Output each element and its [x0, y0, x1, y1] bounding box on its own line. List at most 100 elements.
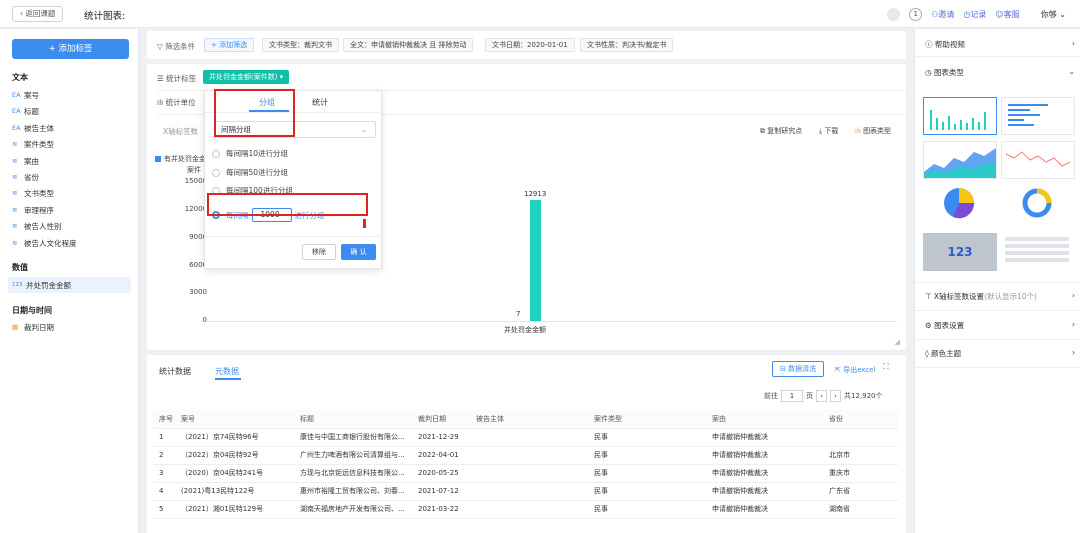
remove-button[interactable]: 移除 — [302, 244, 336, 260]
data-clean-button[interactable]: ⊟ 数据清洗 — [772, 361, 825, 377]
filter-chip-doc-type[interactable]: 文书类型：裁判文书 — [262, 38, 339, 52]
number-icon: 123 — [12, 282, 23, 288]
next-page-icon[interactable]: › — [830, 390, 841, 402]
table-cell: （2021）湘01民特129号 — [175, 500, 294, 519]
table-cell — [470, 428, 588, 447]
table-row[interactable]: 2 （2022）京04民特92号 广州生力啤酒有限公司清算组与... 2022-04-… — [153, 446, 898, 465]
chevron-right-icon: › — [1072, 320, 1075, 329]
col-header[interactable]: 标题 — [294, 410, 412, 429]
resize-handle-icon[interactable]: ◢ — [895, 338, 900, 346]
col-header[interactable]: 被告主体 — [470, 410, 588, 429]
col-header[interactable]: 案件类型 — [588, 410, 706, 429]
filter-chip-fulltext[interactable]: 全文：申请撤销仲裁裁决 且 排除劳动 — [343, 38, 474, 52]
data-label-fine: 12913 — [524, 190, 547, 199]
sidebar-item-cause[interactable]: ≋ 案由 — [12, 155, 39, 167]
col-header[interactable]: 案号 — [175, 410, 294, 429]
service-link[interactable]: ☺客服 — [995, 9, 1019, 20]
axis-icon: ⊤ — [925, 292, 934, 301]
group-title-date: 日期与时间 — [12, 306, 52, 315]
invite-link[interactable]: ⚇邀请 — [931, 9, 954, 20]
x-axis-line — [207, 321, 897, 322]
col-header[interactable]: 案由 — [706, 410, 823, 429]
sidebar-item-judgment-date[interactable]: ▦ 裁判日期 — [12, 321, 54, 333]
download-button[interactable]: ⤓ 下载 — [819, 126, 838, 136]
color-theme-row[interactable]: ◊ 颜色主题 › — [925, 348, 1075, 359]
calendar-icon: ▦ — [12, 323, 19, 331]
tab-stat[interactable]: 统计 — [312, 97, 328, 108]
chart-thumb-pie[interactable] — [923, 185, 997, 223]
option-interval-10[interactable]: 每间隔10进行分组 — [212, 148, 288, 159]
table-cell — [470, 464, 588, 483]
notification-badge[interactable]: 1 — [909, 7, 923, 21]
text-field-icon: EA — [12, 107, 21, 115]
sidebar-item-education[interactable]: ≋ 被告人文化程度 — [12, 237, 77, 249]
chart-thumb-area[interactable] — [923, 141, 997, 179]
sidebar-item-procedure[interactable]: ≋ 审理程序 — [12, 204, 54, 216]
option-interval-50[interactable]: 每间隔50进行分组 — [212, 167, 288, 178]
sidebar-item-case-type[interactable]: ≋ 案件类型 — [12, 138, 54, 150]
chart-type-button[interactable]: ılı 图表类型 — [855, 126, 891, 136]
header-actions: 1 ⚇邀请 ◷记录 ☺客服 你够 ⌄ — [887, 7, 1080, 21]
sidebar-item-case-number[interactable]: EA 案号 — [12, 89, 39, 101]
chart-thumb-hbar[interactable] — [1001, 97, 1075, 135]
table-cell: 惠州市裕隆工贸有限公司、刘春... — [294, 482, 412, 501]
stat-tag-dropdown[interactable]: 并处罚金金额(案件数) ▾ — [203, 70, 290, 84]
sidebar-item-province[interactable]: ≋ 省份 — [12, 171, 39, 183]
add-filter-button[interactable]: + 添加筛选 — [204, 38, 255, 52]
page-input[interactable]: 1 — [781, 390, 803, 402]
table-cell: 民事 — [588, 464, 706, 483]
chart-type-row[interactable]: ◷ 图表类型 ⌄ — [925, 67, 1075, 78]
fullscreen-icon[interactable]: ⛶ — [883, 362, 889, 372]
xaxis-setting-row[interactable]: ⊤ X轴标签数设置(默认显示10个) › — [925, 291, 1075, 302]
add-tag-button[interactable]: + 添加标签 — [12, 39, 129, 59]
help-video-row[interactable]: ⓘ 帮助视频 › — [925, 39, 1075, 50]
filter-chip-doc-nature[interactable]: 文书性质：判决书/裁定书 — [580, 38, 674, 52]
col-header[interactable]: 省份 — [823, 410, 898, 429]
bar-small-amount[interactable] — [520, 320, 530, 321]
sidebar-item-doc-type[interactable]: ≋ 文书类型 — [12, 187, 54, 199]
table-row[interactable]: 1 （2021）京74民特96号 康佳与中国工商银行股份有限公... 2021-12-… — [153, 428, 898, 447]
chart-setting-row[interactable]: ⚙ 图表设置 › — [925, 320, 1075, 331]
tab-raw-data[interactable]: 元数据 — [215, 366, 239, 377]
table-row[interactable]: 4 (2021)粤13民特122号 惠州市裕隆工贸有限公司、刘春... 2021-07… — [153, 482, 898, 501]
sidebar-item-gender[interactable]: ≋ 被告人性别 — [12, 220, 62, 232]
sidebar-item-title[interactable]: EA 标题 — [12, 105, 39, 117]
stat-tag-label: ☰ 统计标签 — [157, 74, 197, 83]
chevron-right-icon: › — [1072, 39, 1075, 48]
sidebar-item-defendant[interactable]: EA 被告主体 — [12, 122, 54, 134]
chart-thumb-number[interactable]: 123 — [923, 233, 997, 271]
divider — [915, 367, 1080, 368]
table-row[interactable]: 3 （2020）京04民特241号 方现与北京钜远信息科技有限公... 2020-05… — [153, 464, 898, 483]
table-cell: （2021）京74民特96号 — [175, 428, 294, 447]
bar-fine-amount[interactable] — [530, 200, 541, 321]
table-cell: 1 — [153, 428, 175, 447]
y-axis-title: 案件 — [187, 166, 201, 174]
sidebar-item-fine-amount[interactable]: 123 并处罚金金额 — [8, 277, 131, 293]
tab-stats-data[interactable]: 统计数据 — [159, 366, 191, 377]
table-row[interactable]: 5 （2021）湘01民特129号 湖南天福房地产开发有限公司、... 2021-03… — [153, 500, 898, 519]
divider — [915, 56, 1080, 57]
export-excel-button[interactable]: ⇱ 导出excel — [835, 365, 875, 375]
help-icon: ⓘ — [925, 40, 935, 49]
layers-icon: ≋ — [12, 140, 18, 148]
filter-chip-doc-date[interactable]: 文书日期：2020-01-01 — [485, 38, 575, 52]
prev-page-icon[interactable]: ‹ — [816, 390, 827, 402]
chart-thumb-donut[interactable] — [1001, 185, 1075, 223]
chart-thumb-line[interactable] — [1001, 141, 1075, 179]
settings-icon: ⚙ — [925, 321, 935, 330]
copy-research-button[interactable]: ⧉ 复制研究点 — [760, 126, 802, 136]
chevron-down-icon: ⌄ — [360, 125, 367, 134]
bar-chart-icon: ılı — [157, 98, 166, 107]
record-link[interactable]: ◷记录 — [963, 9, 986, 20]
chart-thumb-table[interactable] — [1001, 233, 1075, 271]
user-menu[interactable]: 你够 ⌄ — [1041, 9, 1066, 20]
col-header[interactable]: 裁判日期 — [412, 410, 470, 429]
horizontal-bar-icon — [1008, 104, 1048, 126]
table-cell: 2021-03-22 — [412, 500, 470, 519]
chart-thumb-bar[interactable] — [923, 97, 997, 135]
confirm-button[interactable]: 确 认 — [341, 244, 376, 260]
chevron-right-icon: › — [1072, 348, 1075, 357]
table-cell: （2022）京04民特92号 — [175, 446, 294, 465]
avatar[interactable] — [887, 7, 901, 21]
back-to-topic-button[interactable]: ‹ 返回课题 — [12, 6, 64, 22]
